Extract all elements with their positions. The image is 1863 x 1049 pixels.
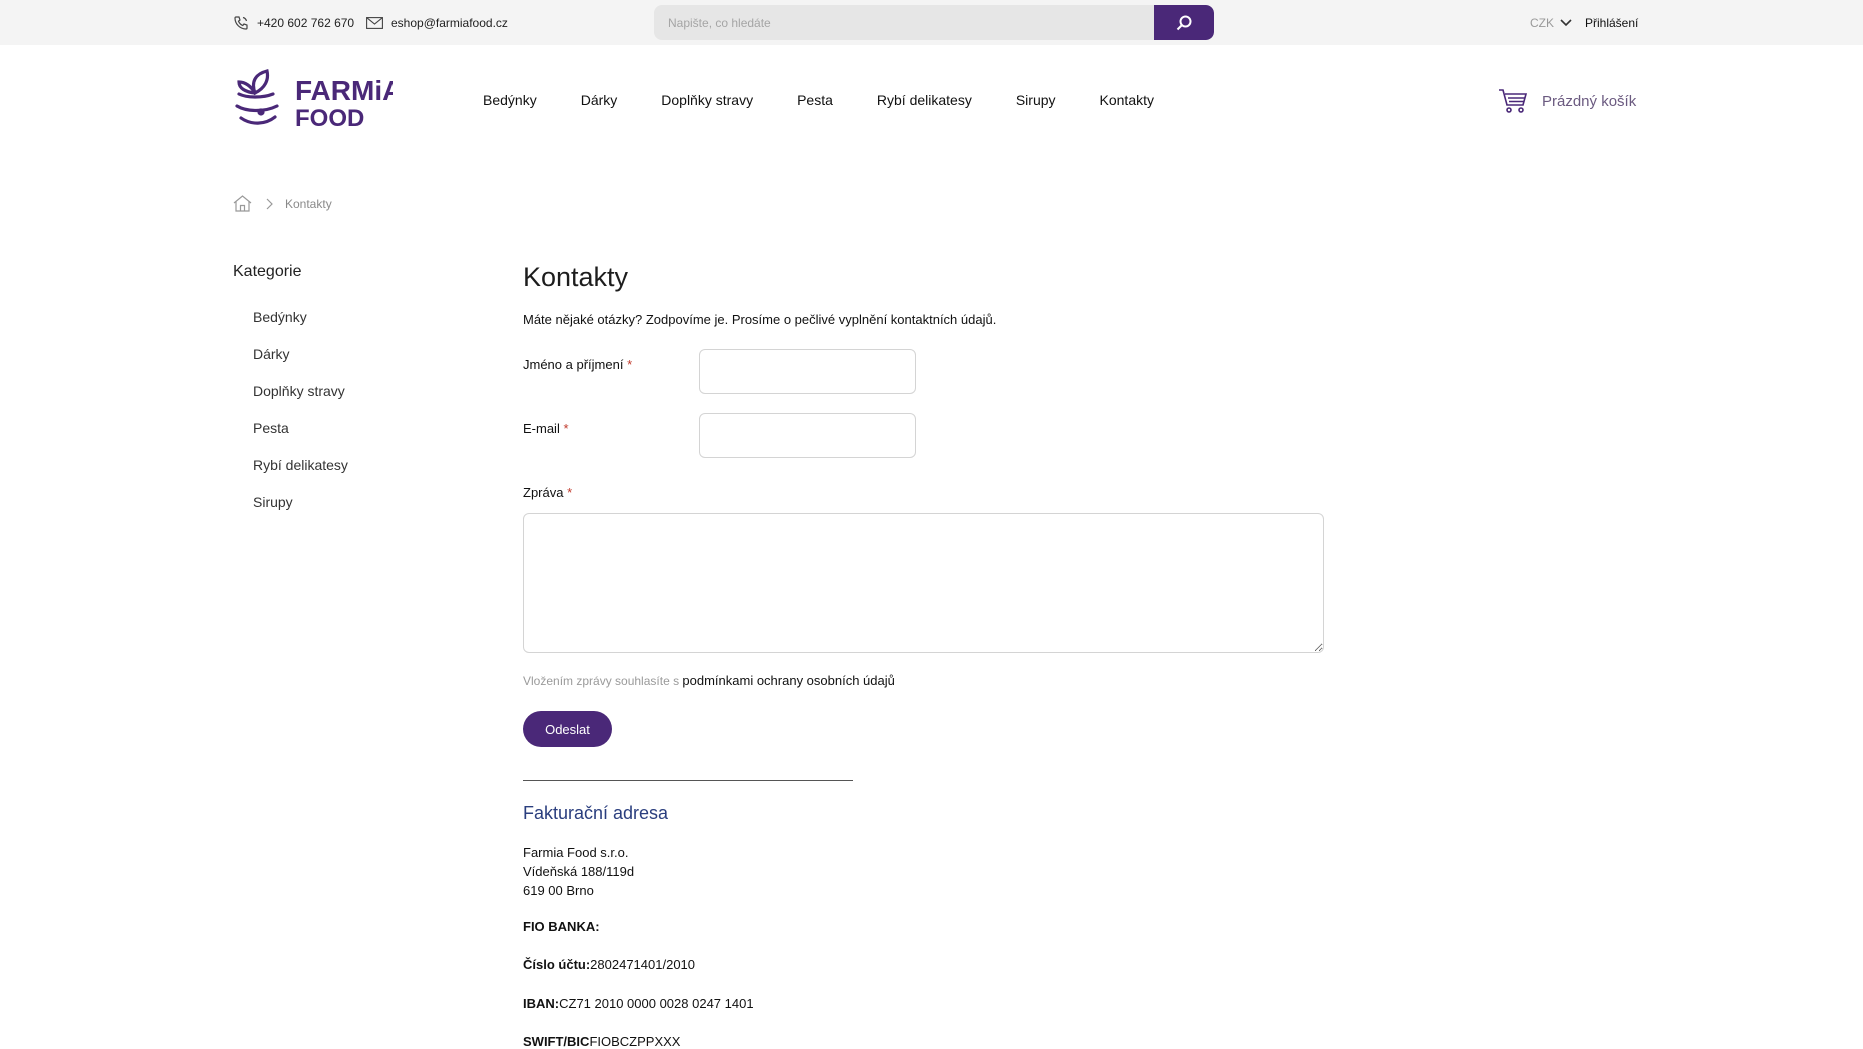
nav-item-doplnky-stravy[interactable]: Doplňky stravy [661,92,753,108]
cart-link[interactable]: Prázdný košík [1498,88,1636,114]
sidebar-item-bedynky[interactable]: Bedýnky [253,309,307,325]
breadcrumb: Kontakty [233,195,332,212]
currency-label: CZK [1530,15,1554,30]
sidebar-title: Kategorie [233,263,302,280]
page-title: Kontakty [523,262,629,292]
logo-text-bottom: FOOD [295,105,364,132]
nav-item-rybi-delikatesy[interactable]: Rybí delikatesy [877,92,972,108]
cart-label: Prázdný košík [1542,92,1637,110]
privacy-policy-link[interactable]: podmínkami ochrany osobních údajů [682,673,894,688]
logo[interactable]: FARMiA FOOD [233,68,402,132]
chevron-down-icon [1560,18,1572,26]
bank-account: Číslo účtu:2802471401/2010 [523,957,696,972]
phone-link[interactable]: +420 602 762 670 [233,0,354,45]
search-input[interactable] [654,5,1154,40]
email-link[interactable]: eshop@farmiafood.cz [366,0,508,45]
divider [523,780,853,781]
billing-city: 619 00 Brno [523,883,594,898]
search-box [654,5,1214,40]
required-mark: * [563,421,569,436]
sidebar-item-darky[interactable]: Dárky [253,346,290,362]
cart-icon [1499,89,1528,113]
nav-item-kontakty[interactable]: Kontakty [1100,92,1154,108]
phone-icon [234,15,248,30]
login-link[interactable]: Přihlášení [1585,0,1638,45]
farmia-food-logo: FARMiA FOOD [235,69,402,132]
nav-item-pesta[interactable]: Pesta [797,92,833,108]
currency-selector[interactable]: CZK [1530,0,1572,45]
home-icon[interactable] [233,195,252,212]
sidebar-item-sirupy[interactable]: Sirupy [253,494,293,510]
sidebar-item-rybi-delikatesy[interactable]: Rybí delikatesy [253,457,348,473]
chevron-right-icon [266,198,273,209]
search-icon [1176,15,1192,30]
phone-number: +420 602 762 670 [257,15,355,30]
message-field[interactable] [523,513,1324,653]
consent-text: Vložením zprávy souhlasíte s podmínkami … [523,673,895,688]
required-mark: * [627,357,633,372]
nav-item-sirupy[interactable]: Sirupy [1016,92,1056,108]
logo-text-top: FARMiA [295,75,393,106]
name-field[interactable] [699,349,916,394]
billing-title: Fakturační adresa [523,803,669,823]
top-bar: +420 602 762 670 eshop@farmiafood.cz CZK… [0,0,1863,45]
email-label: E-mail * [523,421,569,436]
email-address: eshop@farmiafood.cz [391,15,508,30]
sidebar-category-list: Bedýnky Dárky Doplňky stravy Pesta Rybí … [253,307,348,529]
envelope-icon [366,16,383,29]
search-button[interactable] [1154,5,1214,40]
nav-item-bedynky[interactable]: Bedýnky [483,92,537,108]
main-nav: Bedýnky Dárky Doplňky stravy Pesta Rybí … [483,92,1198,108]
nav-item-darky[interactable]: Dárky [581,92,618,108]
bank-iban: IBAN:CZ71 2010 0000 0028 0247 1401 [523,996,754,1011]
name-label: Jméno a příjmení * [523,357,633,372]
sidebar-item-pesta[interactable]: Pesta [253,420,289,436]
required-mark: * [567,485,573,500]
sidebar-item-doplnky-stravy[interactable]: Doplňky stravy [253,383,345,399]
bank-name: FIO BANKA: [523,919,600,934]
intro-text: Máte nějaké otázky? Zodpovíme je. Prosím… [523,312,997,327]
bank-swift: SWIFT/BICFIOBCZPPXXX [523,1034,681,1049]
email-field[interactable] [699,413,916,458]
message-label: Zpráva * [523,485,573,500]
billing-street: Vídeňská 188/119d [523,864,635,879]
billing-company: Farmia Food s.r.o. [523,845,629,860]
submit-button[interactable]: Odeslat [523,711,612,747]
breadcrumb-current: Kontakty [285,196,332,211]
